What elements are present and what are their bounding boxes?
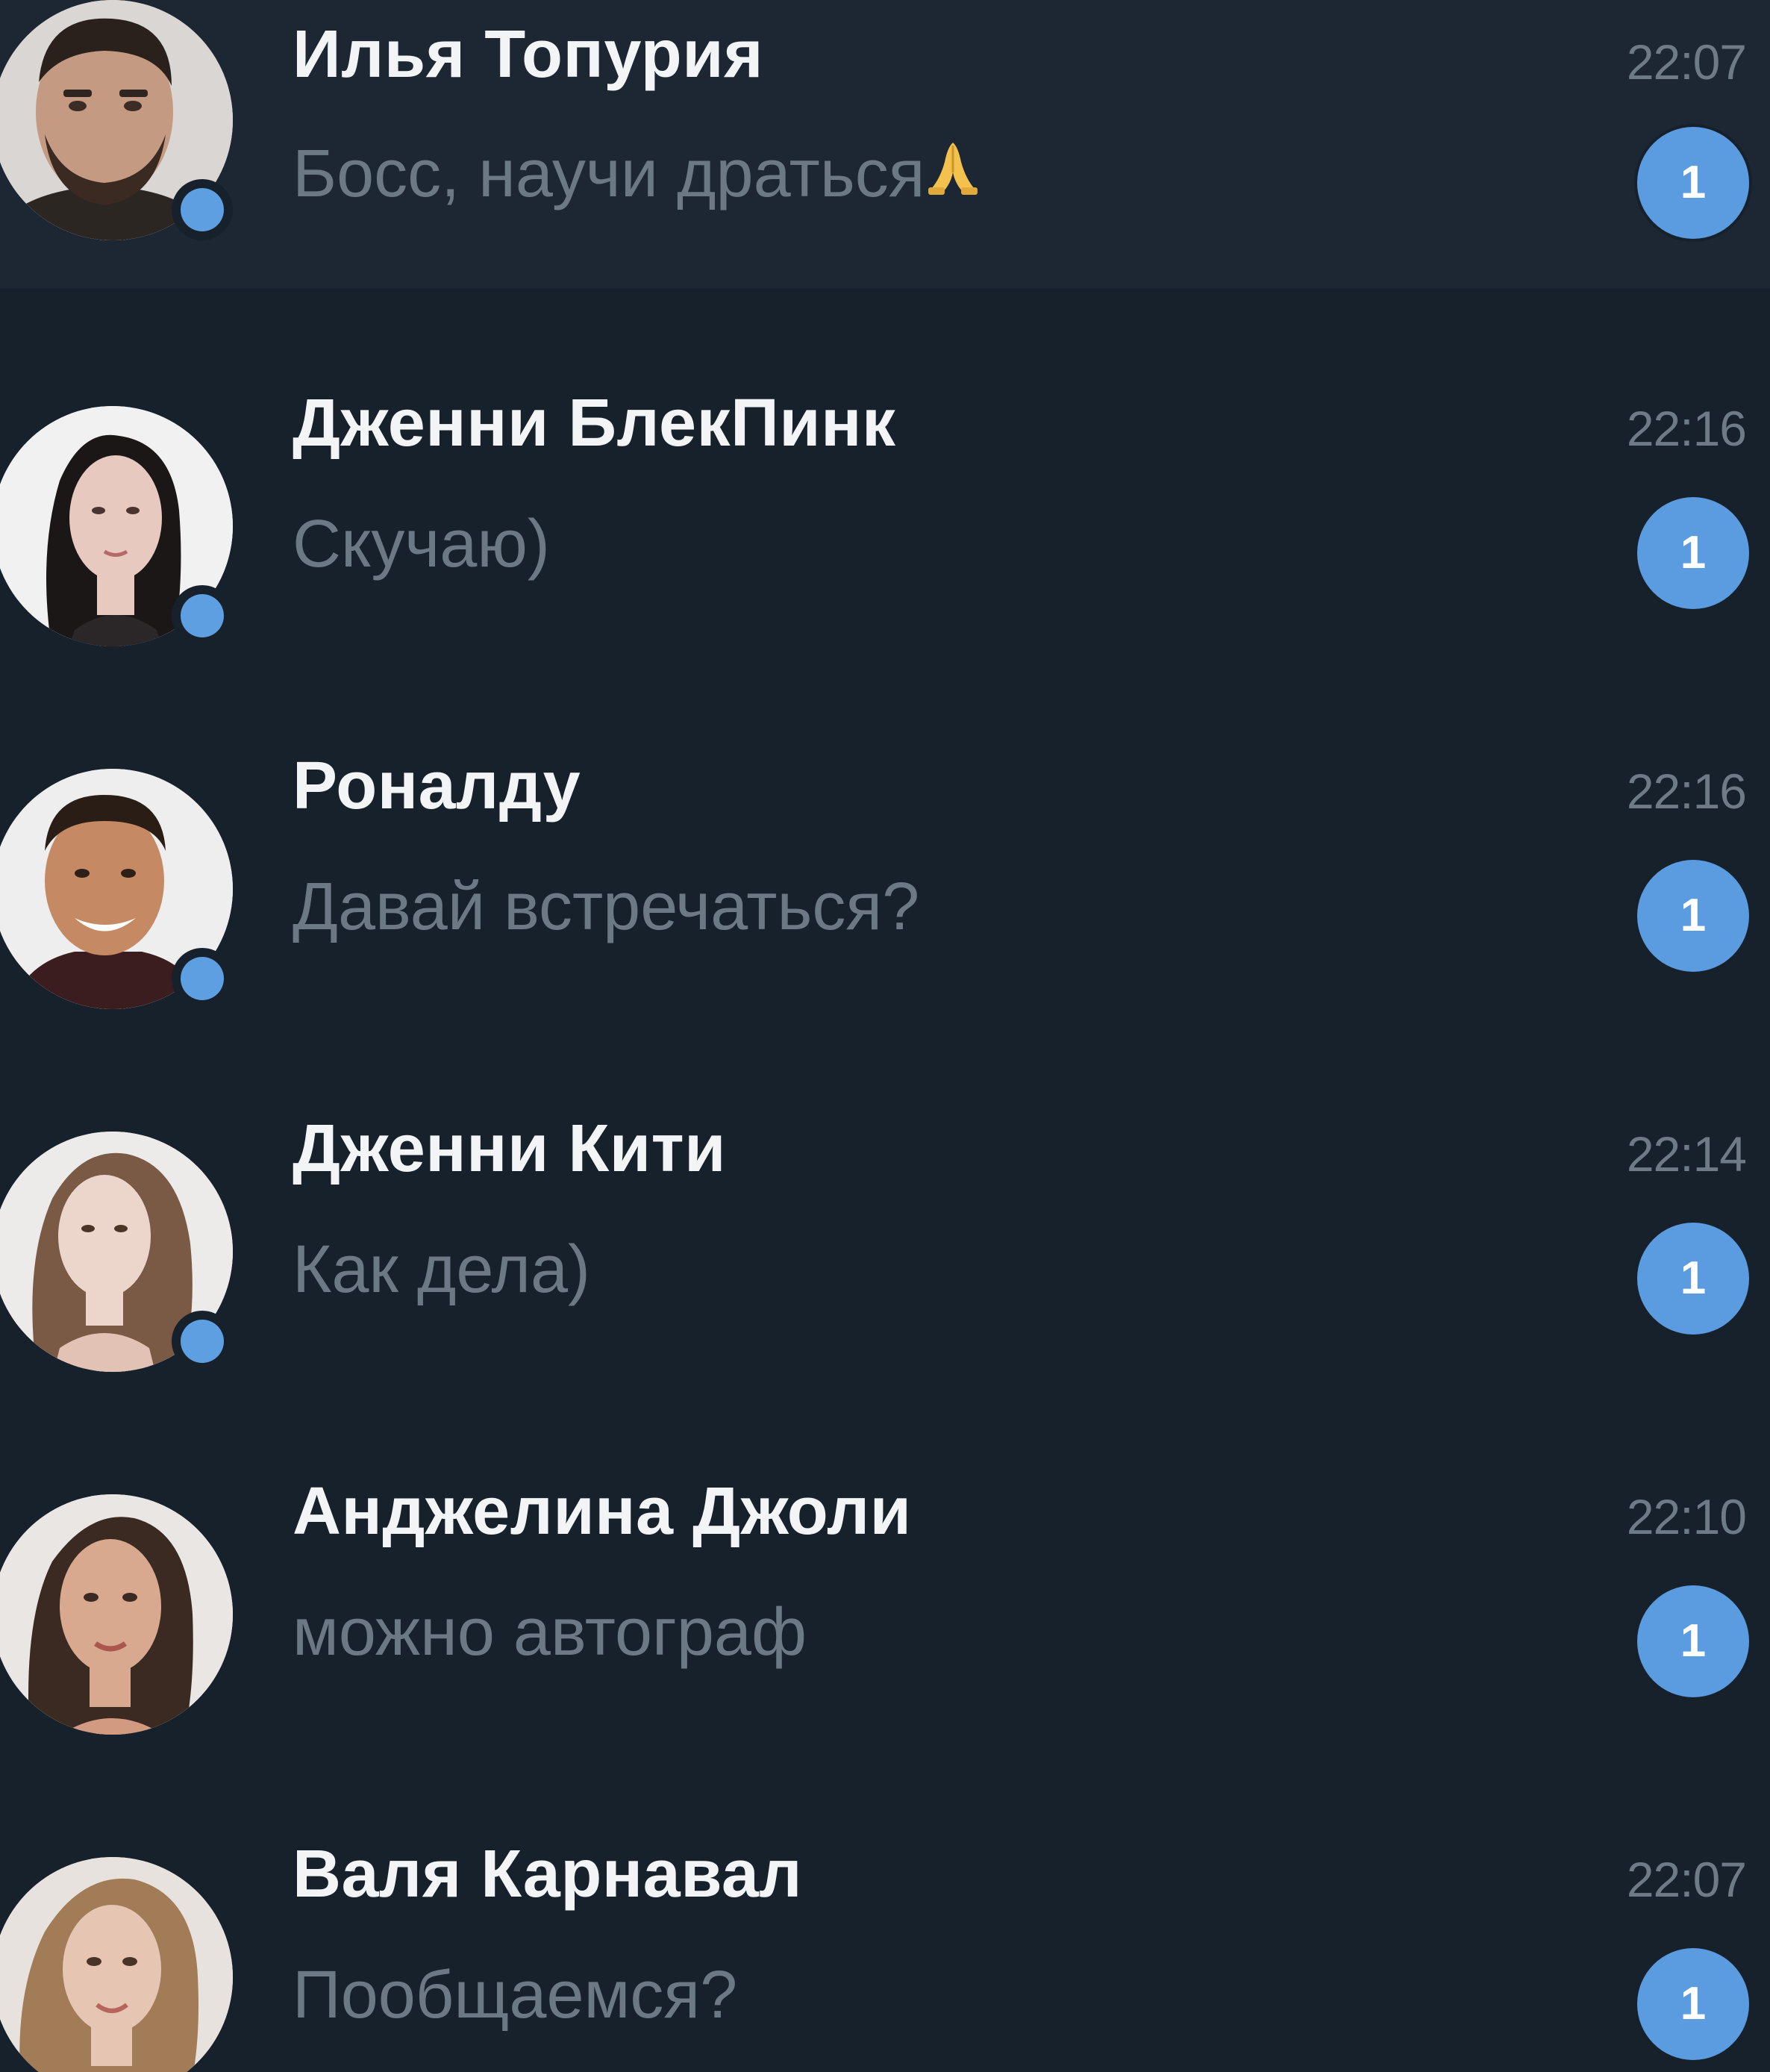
avatar-woman-curly-hair-icon: [0, 1857, 233, 2072]
unread-count-badge: 1: [1637, 1223, 1749, 1335]
chat-row[interactable]: Дженни БлекПинк Скучаю) 22:16 1: [0, 288, 1770, 651]
message-time: 22:07: [1626, 1852, 1747, 1907]
avatar-container: [0, 1857, 236, 2072]
message-preview: Как дела): [293, 1232, 590, 1307]
message-time: 22:16: [1626, 764, 1747, 819]
message-time: 22:10: [1626, 1489, 1747, 1544]
chat-list: Илья Топурия Босс, научи драться 22:07 1: [0, 0, 1770, 2072]
message-preview: можно автограф: [293, 1595, 807, 1670]
contact-name: Роналду: [293, 749, 581, 823]
chat-row[interactable]: Илья Топурия Босс, научи драться 22:07 1: [0, 0, 1770, 288]
contact-name: Дженни БлекПинк: [293, 386, 896, 461]
contact-name: Дженни Кити: [293, 1111, 727, 1186]
online-status-dot: [172, 179, 233, 240]
message-preview: Босс, научи драться: [293, 136, 979, 213]
unread-count-badge: 1: [1637, 127, 1749, 239]
unread-count-badge: 1: [1637, 1585, 1749, 1697]
online-status-dot: [172, 1311, 233, 1372]
chat-row[interactable]: Анджелина Джоли можно автограф 22:10 1: [0, 1376, 1770, 1739]
contact-name: Анджелина Джоли: [293, 1474, 912, 1549]
avatar-container: [0, 0, 236, 246]
message-time: 22:16: [1626, 401, 1747, 456]
message-time: 22:07: [1626, 34, 1747, 90]
message-time: 22:14: [1626, 1126, 1747, 1182]
chat-list-screen: Илья Топурия Босс, научи драться 22:07 1: [0, 0, 1770, 2072]
message-preview: Скучаю): [293, 507, 550, 581]
message-preview: Пообщаемся?: [293, 1958, 738, 2032]
online-status-dot: [172, 948, 233, 1009]
avatar-container: [0, 1494, 236, 1741]
avatar-container: [0, 406, 236, 652]
avatar-container: [0, 769, 236, 1015]
avatar-woman-long-hair-icon: [0, 1494, 233, 1735]
message-preview-text: Босс, научи драться: [293, 137, 925, 211]
contact-name: Валя Карнавал: [293, 1837, 803, 1912]
avatar-container: [0, 1132, 236, 1378]
chat-row[interactable]: Валя Карнавал Пообщаемся? 22:07 1: [0, 1739, 1770, 2072]
unread-count-badge: 1: [1637, 860, 1749, 972]
chat-row[interactable]: Роналду Давай встречаться? 22:16 1: [0, 651, 1770, 1014]
avatar: [0, 1857, 233, 2072]
folded-hands-icon: [927, 136, 979, 213]
online-status-dot: [172, 585, 233, 646]
message-preview: Давай встречаться?: [293, 870, 920, 944]
contact-name: Илья Топурия: [293, 17, 764, 92]
avatar: [0, 1494, 233, 1735]
unread-count-badge: 1: [1637, 1948, 1749, 2060]
unread-count-badge: 1: [1637, 497, 1749, 609]
chat-row[interactable]: Дженни Кити Как дела) 22:14 1: [0, 1014, 1770, 1376]
